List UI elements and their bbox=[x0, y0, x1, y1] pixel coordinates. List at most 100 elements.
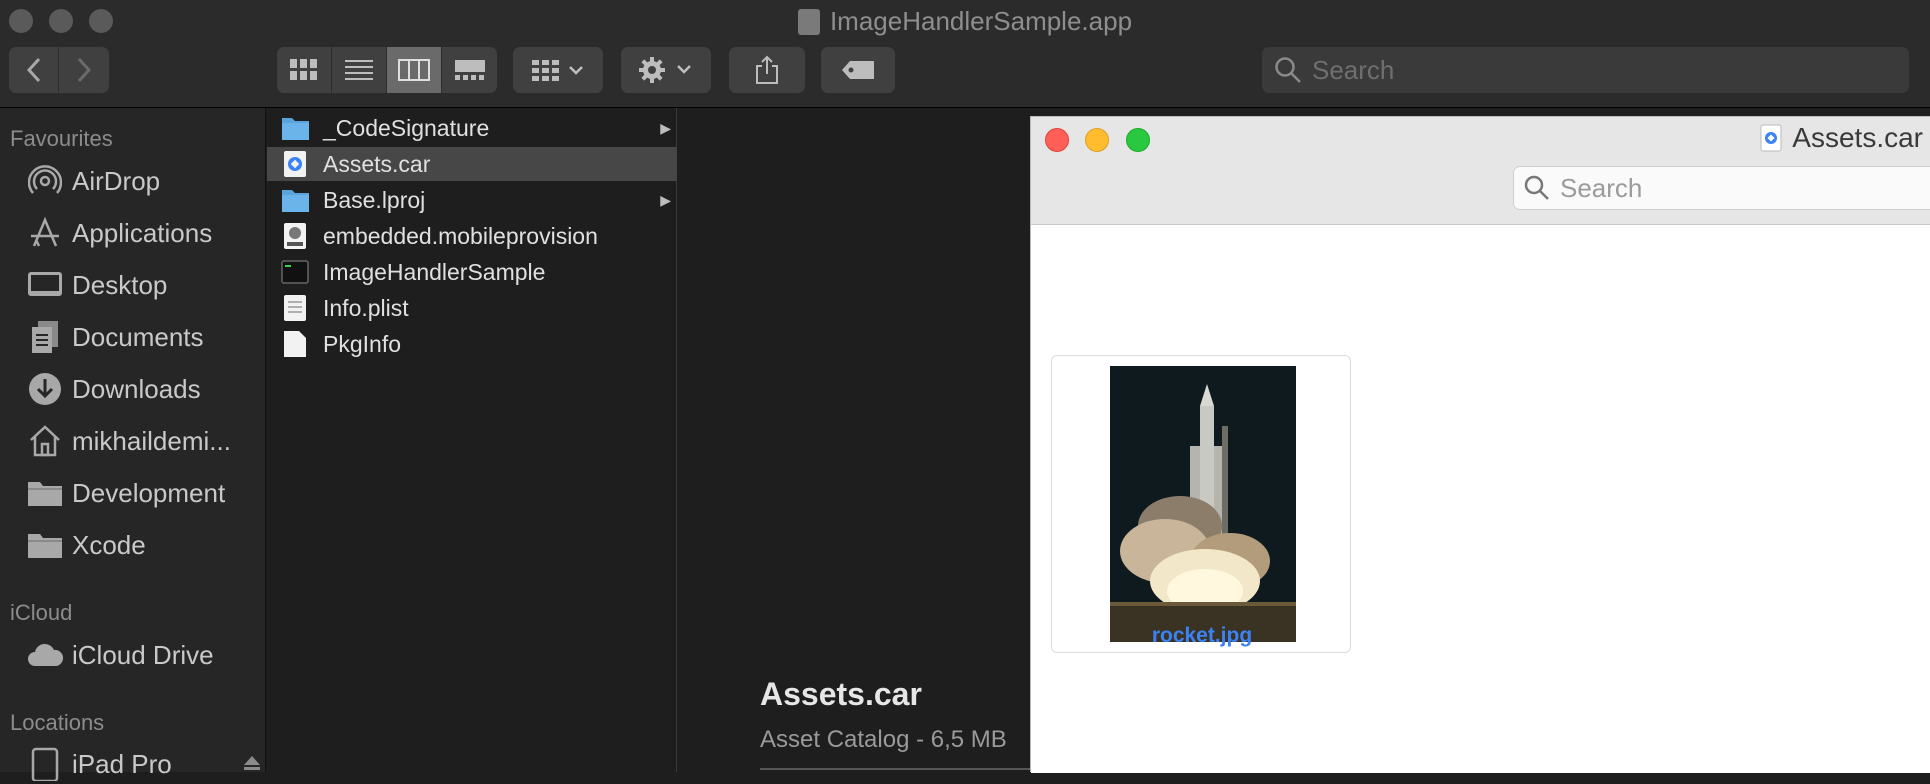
sidebar-item-label: mikhaildemi... bbox=[72, 425, 231, 456]
sidebar-item-downloads[interactable]: Downloads bbox=[26, 369, 201, 409]
disclosure-arrow-icon: ▶ bbox=[660, 191, 671, 208]
home-icon bbox=[26, 424, 64, 458]
sidebar-item-label: Desktop bbox=[72, 269, 168, 300]
disclosure-arrow-icon: ▶ bbox=[660, 119, 671, 136]
executable-icon bbox=[281, 258, 309, 286]
viewer-close-button[interactable] bbox=[1045, 128, 1069, 152]
sidebar-item-icloud-drive[interactable]: iCloud Drive bbox=[26, 635, 214, 675]
viewer-search-field[interactable]: Search bbox=[1513, 166, 1930, 210]
sidebar-item-desktop[interactable]: Desktop bbox=[26, 265, 167, 305]
preview-file-info: Asset Catalog - 6,5 MB bbox=[760, 726, 1007, 753]
gallery-view-button[interactable] bbox=[442, 47, 497, 93]
viewer-minimize-button[interactable] bbox=[1085, 128, 1109, 152]
share-button[interactable] bbox=[729, 47, 805, 93]
group-by-button[interactable] bbox=[513, 47, 603, 93]
file-name: embedded.mobileprovision bbox=[323, 222, 598, 249]
file-row[interactable]: Info.plist bbox=[267, 291, 677, 325]
sidebar-header-locations: Locations bbox=[10, 710, 105, 735]
toolbar: ImageHandlerSample.app Search bbox=[0, 0, 1930, 108]
chevron-left-icon bbox=[26, 57, 40, 83]
share-icon bbox=[756, 55, 778, 84]
file-row[interactable]: Assets.car bbox=[267, 147, 677, 181]
file-column: _CodeSignature ▶ Assets.car Base.lproj ▶… bbox=[267, 108, 677, 772]
airdrop-icon bbox=[26, 164, 64, 198]
file-row[interactable]: _CodeSignature ▶ bbox=[267, 111, 677, 145]
file-name: _CodeSignature bbox=[323, 114, 490, 141]
action-menu-button[interactable] bbox=[621, 47, 711, 93]
plist-file-icon bbox=[281, 294, 309, 322]
sidebar-item-label: Applications bbox=[72, 217, 213, 248]
desktop-icon bbox=[26, 268, 64, 302]
file-row[interactable]: ImageHandlerSample bbox=[267, 255, 677, 289]
file-name: Base.lproj bbox=[323, 186, 426, 213]
tags-button[interactable] bbox=[821, 47, 895, 93]
app-document-icon bbox=[797, 9, 820, 35]
folder-icon bbox=[26, 528, 64, 562]
file-name: ImageHandlerSample bbox=[323, 258, 546, 285]
documents-icon bbox=[26, 320, 64, 354]
folder-icon bbox=[281, 114, 309, 142]
folder-icon bbox=[26, 476, 64, 510]
file-name: PkgInfo bbox=[323, 330, 401, 357]
sidebar-item-label: Development bbox=[72, 477, 226, 508]
document-icon bbox=[281, 330, 309, 358]
file-row[interactable]: PkgInfo bbox=[267, 327, 677, 361]
sidebar-item-home[interactable]: mikhaildemi... bbox=[26, 421, 231, 461]
eject-icon[interactable] bbox=[242, 748, 262, 779]
sidebar-item-label: AirDrop bbox=[72, 165, 161, 196]
back-button[interactable] bbox=[9, 47, 59, 93]
folder-icon bbox=[281, 186, 309, 214]
viewer-search-placeholder: Search bbox=[1560, 172, 1643, 203]
sidebar-item-label: Xcode bbox=[72, 529, 146, 560]
downloads-icon bbox=[26, 372, 64, 406]
search-placeholder: Search bbox=[1312, 54, 1395, 85]
icon-view-button[interactable] bbox=[277, 47, 332, 93]
asset-grid: rocket.jpg bbox=[1031, 225, 1930, 773]
list-icon bbox=[345, 60, 373, 80]
window-title: ImageHandlerSample.app bbox=[0, 4, 1930, 38]
viewer-title: Assets.car bbox=[1760, 122, 1923, 154]
file-name: Info.plist bbox=[323, 294, 409, 321]
rocket-thumbnail bbox=[1110, 366, 1296, 642]
sidebar-item-airdrop[interactable]: AirDrop bbox=[26, 161, 160, 201]
forward-button[interactable] bbox=[59, 47, 109, 93]
applications-icon bbox=[26, 216, 64, 250]
gallery-icon bbox=[454, 60, 485, 80]
sidebar-item-ipad[interactable]: iPad Pro bbox=[26, 744, 260, 784]
nav-back-forward bbox=[9, 47, 109, 93]
sidebar-item-label: Downloads bbox=[72, 373, 201, 404]
sidebar-header-icloud: iCloud bbox=[10, 600, 73, 625]
asset-viewer-window: Assets.car Search rocket.jpg bbox=[1030, 116, 1930, 773]
preview-filename: Assets.car bbox=[760, 676, 922, 712]
finder-window: ImageHandlerSample.app Search Favourites… bbox=[0, 0, 1930, 781]
columns-icon bbox=[398, 59, 430, 81]
file-name: Assets.car bbox=[323, 150, 431, 177]
search-field[interactable]: Search bbox=[1262, 47, 1909, 93]
chevron-right-icon bbox=[77, 57, 92, 83]
search-icon bbox=[1275, 57, 1301, 83]
cloud-icon bbox=[26, 638, 64, 672]
sidebar-item-documents[interactable]: Documents bbox=[26, 317, 204, 357]
file-row[interactable]: embedded.mobileprovision bbox=[267, 219, 677, 253]
sidebar-item-xcode[interactable]: Xcode bbox=[26, 525, 146, 565]
sidebar-item-label: iPad Pro bbox=[72, 748, 172, 779]
asset-catalog-icon bbox=[281, 150, 309, 178]
file-row[interactable]: Base.lproj ▶ bbox=[267, 183, 677, 217]
sidebar-item-development[interactable]: Development bbox=[26, 473, 225, 513]
tag-icon bbox=[842, 61, 874, 79]
list-view-button[interactable] bbox=[332, 47, 387, 93]
column-view-button[interactable] bbox=[387, 47, 442, 93]
asset-caption: rocket.jpg bbox=[1151, 624, 1253, 647]
sidebar-item-label: Documents bbox=[72, 321, 204, 352]
gear-icon bbox=[639, 57, 691, 83]
viewer-zoom-button[interactable] bbox=[1126, 128, 1150, 152]
group-grid-icon bbox=[532, 60, 583, 81]
search-icon bbox=[1524, 175, 1549, 200]
asset-tile[interactable]: rocket.jpg bbox=[1051, 355, 1351, 653]
sidebar-header-favourites: Favourites bbox=[10, 126, 113, 151]
preview-divider bbox=[760, 768, 1030, 770]
asset-catalog-icon bbox=[1760, 124, 1782, 152]
ipad-icon bbox=[26, 747, 64, 781]
sidebar-item-applications[interactable]: Applications bbox=[26, 213, 212, 253]
grid-icon bbox=[290, 59, 317, 80]
